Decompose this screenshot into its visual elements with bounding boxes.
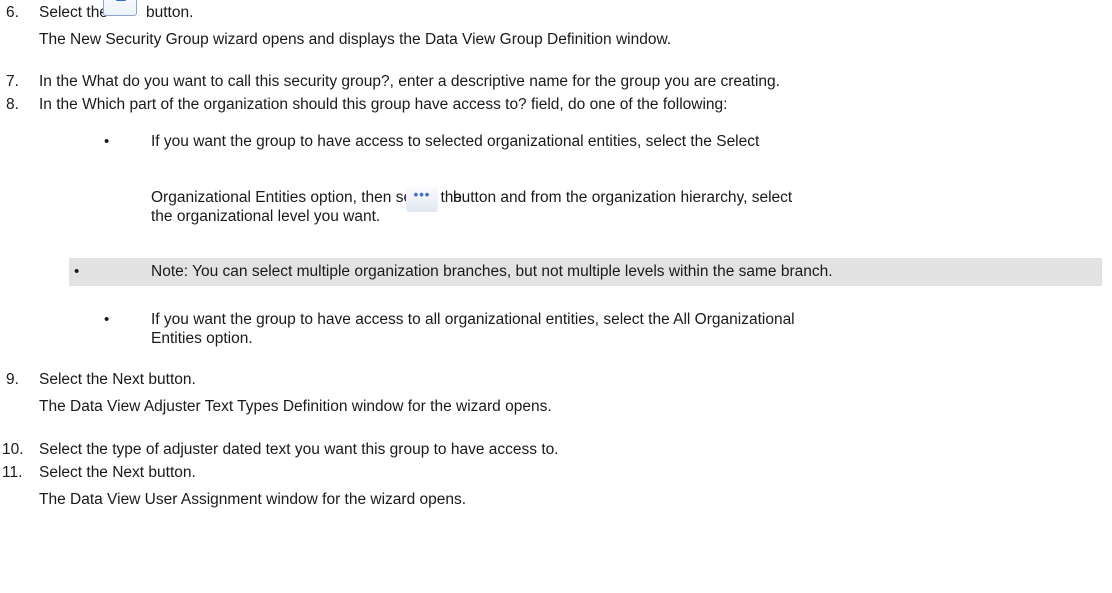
bullet-1-line-3: the organizational level you want. bbox=[151, 208, 381, 225]
step-7-text: In the What do you want to call this sec… bbox=[39, 73, 780, 90]
step-10-text: Select the type of adjuster dated text y… bbox=[39, 441, 559, 458]
step-number: 11. bbox=[2, 464, 23, 481]
bullet-2-line-2: Entities option. bbox=[151, 330, 253, 347]
step-number: 9. bbox=[6, 371, 19, 388]
bullet-1-line-1: If you want the group to have access to … bbox=[151, 133, 760, 150]
bullet: • bbox=[104, 311, 110, 328]
note-text: Note: You can select multiple organizati… bbox=[151, 263, 833, 280]
step-11-result: The Data View User Assignment window for… bbox=[39, 491, 467, 508]
step-9-result: The Data View Adjuster Text Types Defini… bbox=[39, 398, 552, 415]
bullet: • bbox=[104, 133, 110, 150]
step-6-text-after: button. bbox=[146, 4, 194, 21]
step-number: 10. bbox=[2, 441, 24, 458]
bullet-2-line-1: If you want the group to have access to … bbox=[151, 311, 795, 328]
step-number: 6. bbox=[6, 4, 19, 21]
step-8-text: In the Which part of the organization sh… bbox=[39, 96, 728, 113]
step-11-text: Select the Next button. bbox=[39, 464, 196, 481]
step-number: 8. bbox=[6, 96, 19, 113]
new-security-group-icon bbox=[103, 0, 137, 16]
step-6-text-before: Select the bbox=[39, 4, 108, 21]
step-6-result: The New Security Group wizard opens and … bbox=[39, 31, 672, 48]
bullet: • bbox=[74, 263, 80, 280]
ellipsis-button-icon: ••• bbox=[406, 186, 438, 212]
step-number: 7. bbox=[6, 73, 19, 90]
bullet-1-line-2-after: button and from the organization hierarc… bbox=[453, 189, 793, 206]
step-9-text: Select the Next button. bbox=[39, 371, 196, 388]
